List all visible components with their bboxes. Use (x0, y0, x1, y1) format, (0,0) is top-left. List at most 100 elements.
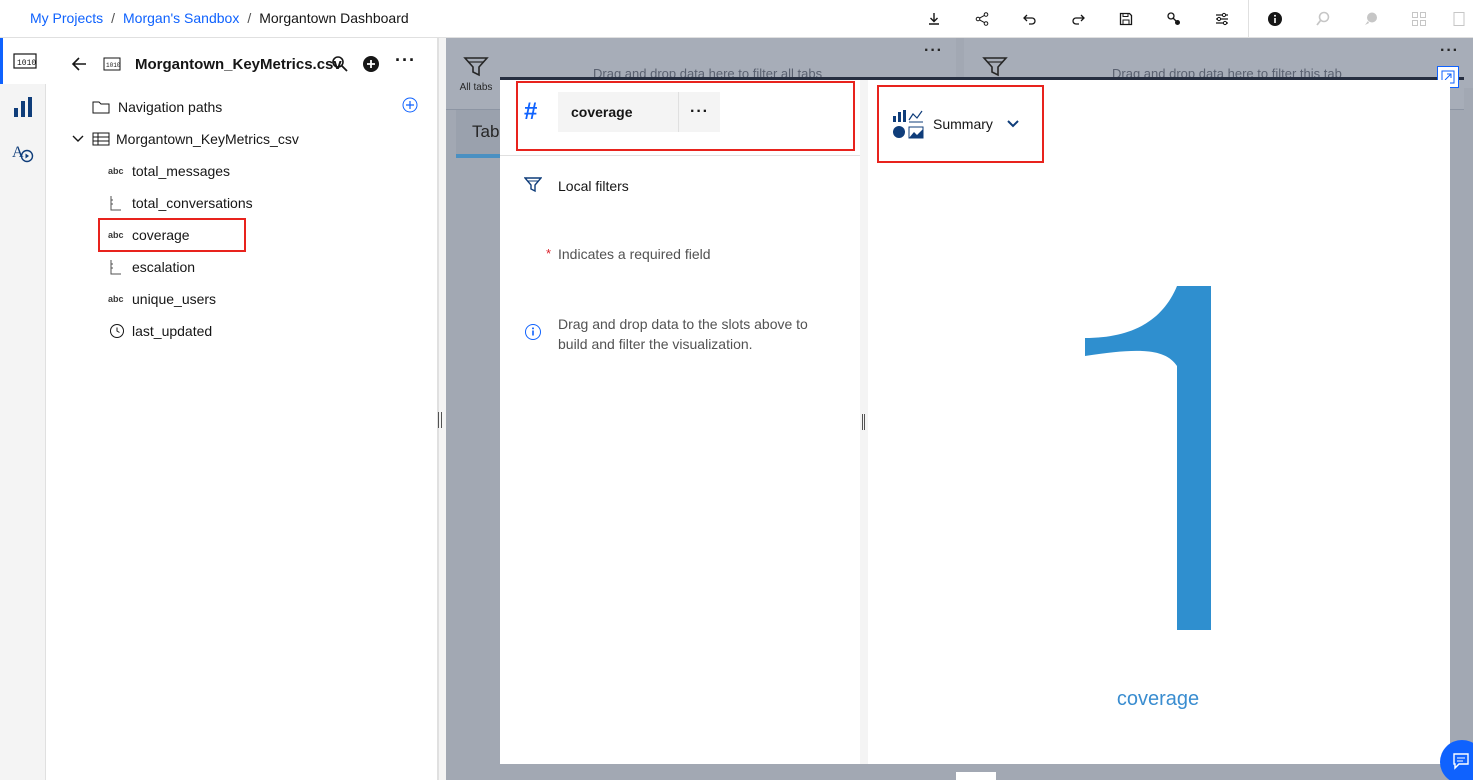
tree-item-escalation[interactable]: escalation (108, 253, 195, 281)
dataset-icon: 1010 (103, 57, 121, 71)
visualizations-button[interactable] (0, 84, 46, 130)
tree-item-last-updated[interactable]: last_updated (108, 317, 212, 345)
data-panel: 1010 Morgantown_KeyMetrics.csv ··· Navig… (46, 38, 438, 780)
tab-label[interactable]: Tab (472, 122, 499, 142)
page-indicator[interactable] (956, 772, 996, 780)
download-icon (929, 13, 939, 25)
info-button[interactable] (1251, 0, 1299, 38)
tree-item-table[interactable]: Morgantown_KeyMetrics_csv (72, 125, 299, 153)
overflow-menu-icon[interactable]: ··· (395, 50, 416, 71)
tree-item-label: total_conversations (132, 195, 253, 211)
chat-bubble-icon (1453, 753, 1469, 770)
back-arrow-icon[interactable] (70, 55, 88, 73)
help-chat-button[interactable] (1440, 740, 1473, 780)
tree-item-label: last_updated (132, 323, 213, 339)
breadcrumb-sandbox[interactable]: Morgan's Sandbox (123, 10, 239, 26)
chevron-down-icon[interactable] (1006, 118, 1020, 130)
slot-field-name: coverage (571, 104, 633, 120)
assistant-button[interactable] (1299, 0, 1347, 38)
tree-item-total-messages[interactable]: abc total_messages (108, 157, 230, 185)
tree-item-label: unique_users (132, 291, 217, 307)
text-field-icon: abc (108, 166, 124, 176)
grid-button[interactable] (1443, 0, 1473, 38)
redo-button[interactable] (1054, 0, 1102, 38)
text-media-icon: A (12, 144, 34, 163)
slot-field-menu-button[interactable]: ··· (678, 92, 720, 132)
download-button[interactable] (910, 0, 958, 38)
info-text-line-1: Drag and drop data to the slots above to (558, 316, 808, 332)
data-sources-icon: 1010 (12, 53, 37, 69)
canvas-edge (1464, 88, 1473, 738)
tree-item-label: coverage (132, 227, 190, 243)
data-panel-header: 1010 Morgantown_KeyMetrics.csv ··· (46, 38, 438, 90)
assistant-icon (1316, 11, 1330, 26)
settings-button[interactable] (1198, 0, 1246, 38)
info-text-line-2: build and filter the visualization. (558, 336, 753, 352)
info-icon (525, 324, 541, 340)
chat-button[interactable] (1347, 0, 1395, 38)
number-slot-icon: # (524, 98, 538, 125)
dataset-title: Morgantown_KeyMetrics.csv (135, 56, 342, 73)
required-asterisk: * (546, 246, 552, 261)
summary-field-label: coverage (1116, 688, 1200, 710)
tree-item-total-conversations[interactable]: total_conversations (108, 189, 253, 217)
filter-icon[interactable] (463, 56, 489, 78)
breadcrumb-separator: / (247, 10, 252, 26)
text-field-icon: abc (108, 230, 124, 240)
info-icon (1268, 12, 1282, 26)
local-filters-label[interactable]: Local filters (558, 178, 629, 194)
left-rail: 1010 A (0, 38, 46, 780)
filter-icon[interactable] (982, 56, 1008, 78)
widgets-button[interactable] (1395, 0, 1443, 38)
breadcrumb-dashboard: Morgantown Dashboard (259, 10, 409, 26)
folder-icon (92, 101, 110, 114)
breadcrumb-my-projects[interactable]: My Projects (30, 10, 103, 26)
tree-item-label: Morgantown_KeyMetrics_csv (116, 131, 299, 147)
save-button[interactable] (1102, 0, 1150, 38)
panel-splitter[interactable] (438, 38, 446, 780)
toolbar-divider (1248, 0, 1249, 38)
tree-item-coverage[interactable]: abc coverage (108, 221, 190, 249)
svg-text:1010: 1010 (17, 59, 36, 68)
local-filter-icon (524, 177, 542, 193)
slot-field-coverage[interactable]: coverage ··· (558, 92, 720, 132)
chevron-down-icon[interactable] (72, 133, 84, 145)
data-sources-button[interactable]: 1010 (0, 38, 46, 84)
tree-item-label: escalation (132, 259, 196, 275)
visualization-type-label[interactable]: Summary (933, 116, 993, 132)
text-field-icon: abc (108, 294, 124, 304)
add-navigation-path-icon[interactable] (402, 97, 418, 113)
overflow-menu-icon[interactable]: ··· (1440, 42, 1459, 60)
tree-item-label: Navigation paths (118, 99, 223, 115)
clock-icon (110, 324, 124, 338)
tree-item-navigation-paths[interactable]: Navigation paths (92, 93, 222, 121)
settings-icon (1216, 12, 1228, 26)
splitter-handle[interactable] (438, 412, 442, 428)
overflow-menu-icon[interactable]: ··· (924, 42, 943, 60)
search-icon[interactable] (331, 55, 349, 73)
add-icon[interactable] (362, 55, 380, 73)
visualization-type-icon[interactable] (892, 108, 924, 142)
splitter-handle[interactable] (862, 414, 865, 430)
assets-button[interactable]: A (0, 130, 46, 176)
summary-value (1085, 286, 1211, 630)
slots-viz-splitter[interactable] (860, 80, 868, 764)
breadcrumb: My Projects / Morgan's Sandbox / Morgant… (30, 10, 409, 26)
required-field-note: Indicates a required field (558, 246, 711, 262)
tab-active-indicator (456, 154, 506, 158)
grid-icon (1453, 12, 1465, 26)
top-bar: My Projects / Morgan's Sandbox / Morgant… (0, 0, 1473, 38)
pin-button[interactable] (1150, 0, 1198, 38)
share-icon (975, 12, 989, 26)
widgets-icon (1412, 12, 1426, 26)
tree-item-unique-users[interactable]: abc unique_users (108, 285, 216, 313)
value-slot[interactable]: # coverage ··· (500, 80, 860, 156)
breadcrumb-separator: / (111, 10, 116, 26)
undo-icon (1023, 14, 1036, 25)
share-button[interactable] (958, 0, 1006, 38)
chat-icon (1365, 12, 1377, 25)
svg-text:1010: 1010 (106, 62, 121, 69)
undo-button[interactable] (1006, 0, 1054, 38)
slots-panel: # coverage ··· Local filters * Indicates… (500, 80, 860, 764)
all-tabs-label: All tabs (459, 82, 493, 93)
